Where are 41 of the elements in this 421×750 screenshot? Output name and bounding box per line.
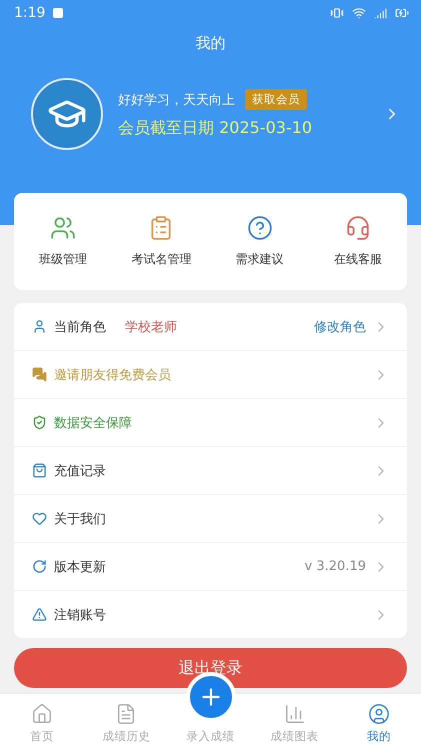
menu-label: 邀请朋友得免费会员 <box>54 366 171 384</box>
menu-item[interactable]: 数据安全保障 <box>14 398 407 446</box>
home-icon <box>31 703 54 725</box>
chart-icon <box>284 703 306 725</box>
battery-icon <box>395 6 409 20</box>
menu-item[interactable]: 充值记录 <box>14 446 407 494</box>
refresh-icon <box>32 559 47 574</box>
menu-value: 学校老师 <box>125 318 177 336</box>
page-title: 我的 <box>194 34 226 53</box>
menu-label: 注销账号 <box>54 606 106 624</box>
warning-icon <box>32 607 47 622</box>
notification-icon <box>53 8 64 18</box>
tool-button[interactable]: 考试名管理 <box>112 215 210 268</box>
tool-button[interactable]: 在线客服 <box>308 215 407 268</box>
edit-role-link[interactable]: 修改角色 <box>314 318 366 336</box>
status-time: 1:19 <box>14 5 46 21</box>
shield-check-icon <box>32 415 47 430</box>
vibrate-icon <box>330 6 344 20</box>
menu-item[interactable]: 关于我们 <box>14 494 407 542</box>
menu-label: 关于我们 <box>54 510 106 528</box>
menu-label: 数据安全保障 <box>54 414 132 432</box>
bag-icon <box>32 463 47 478</box>
menu-label: 充值记录 <box>54 462 106 480</box>
tool-button[interactable]: 需求建议 <box>210 215 309 268</box>
menu-item[interactable]: 注销账号 <box>14 590 407 638</box>
signal-icon <box>374 6 387 20</box>
tool-button[interactable]: 班级管理 <box>14 215 112 268</box>
menu-item[interactable]: 版本更新 v 3.20.19 <box>14 542 407 590</box>
menu-label: 版本更新 <box>54 558 106 576</box>
menu-label: 当前角色 <box>54 318 106 336</box>
user-icon <box>368 703 390 725</box>
motto-text: 好好学习，天天向上 <box>118 92 235 108</box>
menu-value: v 3.20.19 <box>304 559 366 574</box>
menu-item[interactable]: 当前角色 学校老师 修改角色 <box>14 303 407 350</box>
user-icon <box>32 319 47 334</box>
membership-expiry: 会员截至日期 2025-03-10 <box>118 118 314 139</box>
chat-icon <box>32 367 47 382</box>
nav-label: 录入成绩 <box>186 729 234 744</box>
wifi-icon <box>352 6 366 20</box>
nav-tab[interactable]: 我的 <box>336 694 421 750</box>
heart-icon <box>32 511 47 526</box>
